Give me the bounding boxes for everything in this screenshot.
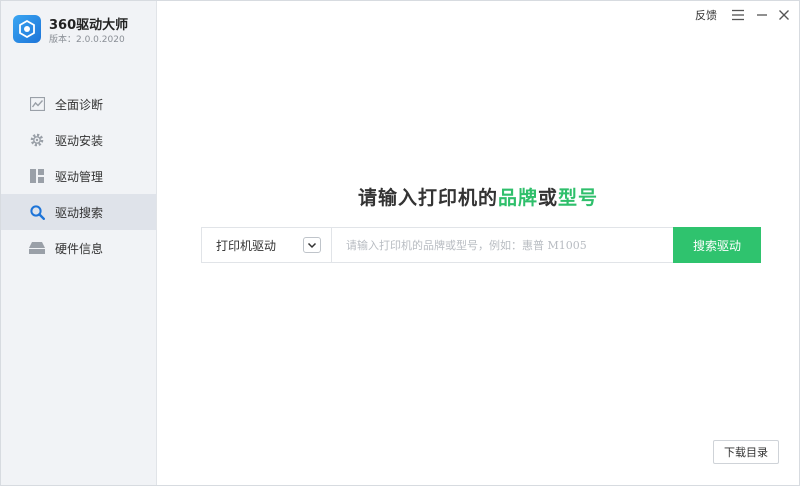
gear-icon <box>29 132 45 148</box>
sidebar: 360驱动大师 版本：2.0.0.2020 全面诊断 驱动安装 驱动管理 驱动搜… <box>1 1 157 485</box>
title-bar: 反馈 <box>157 1 799 29</box>
sidebar-item-driver-search[interactable]: 驱动搜索 <box>1 194 156 230</box>
model-search-input[interactable] <box>332 228 673 262</box>
app-version: 版本：2.0.0.2020 <box>49 35 125 45</box>
headline-or: 或 <box>538 187 559 209</box>
download-catalog-button[interactable]: 下载目录 <box>713 440 779 464</box>
sidebar-item-driver-manage[interactable]: 驱动管理 <box>1 158 156 194</box>
sidebar-item-driver-install[interactable]: 驱动安装 <box>1 122 156 158</box>
sidebar-item-hardware-info[interactable]: 硬件信息 <box>1 230 156 266</box>
app-window: 360驱动大师 版本：2.0.0.2020 全面诊断 驱动安装 驱动管理 驱动搜… <box>0 0 800 486</box>
headline-brand: 品牌 <box>497 187 538 209</box>
app-title: 360驱动大师 <box>49 18 129 33</box>
headline-prefix: 请输入打印机的 <box>357 187 498 209</box>
menu-icon[interactable] <box>731 8 745 22</box>
driver-search-bar: 打印机驱动 搜索驱动 <box>201 227 761 263</box>
app-logo-icon <box>13 15 41 43</box>
sidebar-item-label: 驱动安装 <box>55 133 104 148</box>
sidebar-item-label: 驱动管理 <box>55 169 104 184</box>
hardware-icon <box>29 240 45 256</box>
driver-type-select[interactable]: 打印机驱动 <box>202 228 332 262</box>
chevron-down-icon[interactable] <box>303 237 321 253</box>
sidebar-item-full-diagnosis[interactable]: 全面诊断 <box>1 86 156 122</box>
brand: 360驱动大师 版本：2.0.0.2020 <box>13 13 153 49</box>
sidebar-item-label: 驱动搜索 <box>55 205 104 220</box>
page-title: 请输入打印机的品牌或型号 <box>157 183 799 210</box>
headline-model: 型号 <box>558 187 599 209</box>
sidebar-item-label: 全面诊断 <box>55 97 104 112</box>
minimize-icon[interactable] <box>755 8 769 22</box>
driver-type-selected: 打印机驱动 <box>216 238 277 253</box>
sidebar-nav: 全面诊断 驱动安装 驱动管理 驱动搜索 硬件信息 <box>1 86 156 266</box>
sidebar-item-label: 硬件信息 <box>55 241 104 256</box>
feedback-link[interactable]: 反馈 <box>695 7 717 23</box>
search-driver-button[interactable]: 搜索驱动 <box>673 227 761 263</box>
search-icon <box>29 204 45 220</box>
chart-icon <box>29 96 45 112</box>
close-icon[interactable] <box>777 8 791 22</box>
grid-icon <box>29 168 45 184</box>
